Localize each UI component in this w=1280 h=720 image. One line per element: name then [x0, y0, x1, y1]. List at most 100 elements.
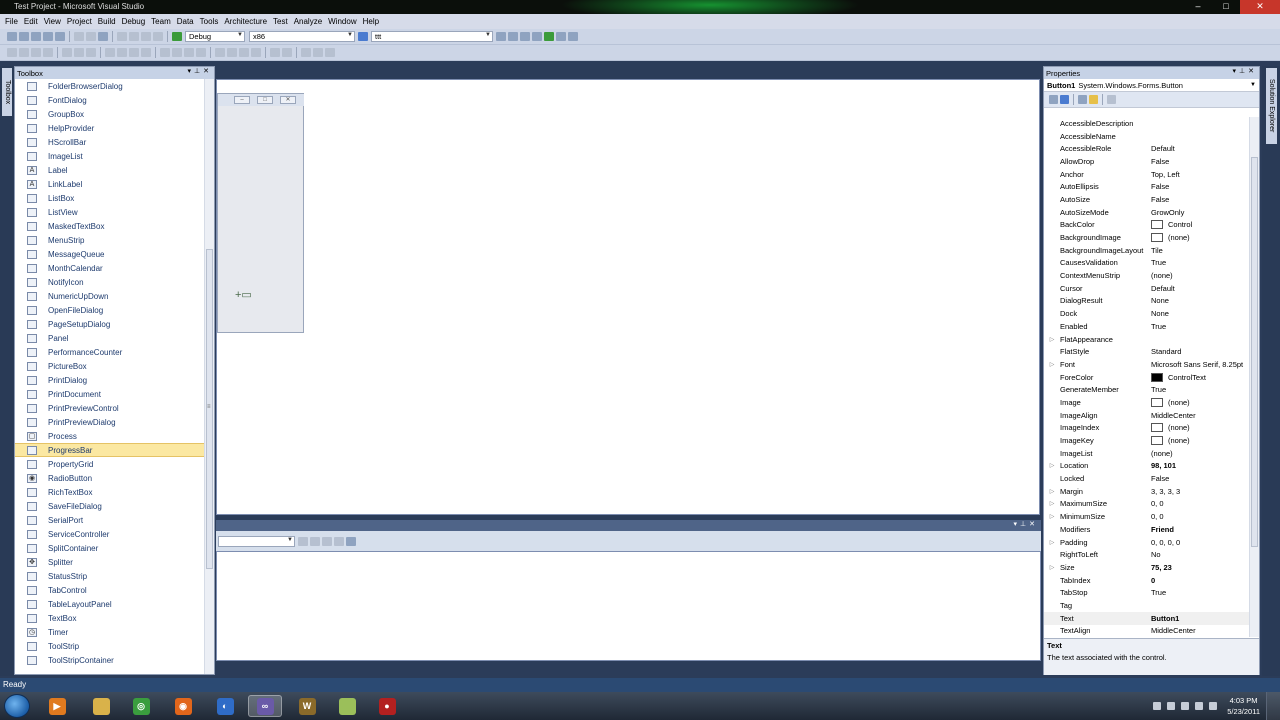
- property-value[interactable]: 75, 23: [1150, 563, 1250, 572]
- toolbox-item[interactable]: SplitContainer: [15, 541, 205, 555]
- toolbox-item[interactable]: ToolStrip: [15, 639, 205, 653]
- toolbox-item[interactable]: PrintDialog: [15, 373, 205, 387]
- property-value[interactable]: True: [1150, 588, 1250, 597]
- property-value[interactable]: 0, 0: [1150, 499, 1250, 508]
- property-value[interactable]: Tile: [1150, 246, 1250, 255]
- taskbar-recorder[interactable]: ●: [370, 695, 404, 717]
- property-row[interactable]: Tag: [1044, 599, 1250, 612]
- alphabetical-icon[interactable]: [1060, 95, 1069, 104]
- toolbox-icon[interactable]: [532, 32, 542, 41]
- remove-vertical-spacing-icon[interactable]: [251, 48, 261, 57]
- toolbox-item[interactable]: NotifyIcon: [15, 275, 205, 289]
- property-row[interactable]: AccessibleName: [1044, 130, 1250, 143]
- property-row[interactable]: ForeColor ControlText: [1044, 371, 1250, 384]
- toolbar-options-icon[interactable]: [568, 32, 578, 41]
- toolbox-item[interactable]: StatusStrip: [15, 569, 205, 583]
- property-value[interactable]: Microsoft Sans Serif, 8.25pt: [1150, 360, 1250, 369]
- property-value[interactable]: Friend: [1150, 525, 1250, 534]
- align-middles-icon[interactable]: [74, 48, 84, 57]
- menu-analyze[interactable]: Analyze: [293, 17, 327, 26]
- menu-debug[interactable]: Debug: [121, 17, 151, 26]
- property-value[interactable]: (none): [1150, 449, 1250, 458]
- navigate-back-icon[interactable]: [141, 32, 151, 41]
- toolbox-item[interactable]: ServiceController: [15, 527, 205, 541]
- menu-window[interactable]: Window: [327, 17, 361, 26]
- close-icon[interactable]: ✕: [1248, 68, 1257, 75]
- property-row[interactable]: GenerateMember True: [1044, 383, 1250, 396]
- send-to-back-icon[interactable]: [313, 48, 323, 57]
- property-row[interactable]: AccessibleDescription: [1044, 117, 1250, 130]
- tray-flag-icon[interactable]: [1167, 702, 1175, 710]
- taskbar-globe[interactable]: ◐: [208, 695, 242, 717]
- find-in-files-icon[interactable]: [358, 32, 368, 41]
- toolbox-item[interactable]: A LinkLabel: [15, 177, 205, 191]
- taskbar-chrome[interactable]: ◎: [124, 695, 158, 717]
- property-row[interactable]: FlatStyle Standard: [1044, 345, 1250, 358]
- taskbar-explorer[interactable]: [84, 695, 118, 717]
- center-vertically-icon[interactable]: [282, 48, 292, 57]
- expand-icon[interactable]: ▷: [1044, 513, 1060, 520]
- scrollbar-thumb[interactable]: [1251, 157, 1258, 547]
- start-page-icon[interactable]: [544, 32, 554, 41]
- menu-project[interactable]: Project: [66, 17, 97, 26]
- property-row[interactable]: TabIndex 0: [1044, 574, 1250, 587]
- property-row[interactable]: ImageAlign MiddleCenter: [1044, 409, 1250, 422]
- toolbox-item[interactable]: ✥ Splitter: [15, 555, 205, 569]
- toolbox-item[interactable]: ImageList: [15, 149, 205, 163]
- paste-icon[interactable]: [98, 32, 108, 41]
- property-value[interactable]: Button1: [1150, 614, 1250, 623]
- taskbar-warcraft[interactable]: W: [290, 695, 324, 717]
- bring-to-front-icon[interactable]: [301, 48, 311, 57]
- property-row[interactable]: ▷ FlatAppearance: [1044, 333, 1250, 346]
- property-row[interactable]: RightToLeft No: [1044, 548, 1250, 561]
- menu-test[interactable]: Test: [272, 17, 293, 26]
- property-value[interactable]: False: [1150, 474, 1250, 483]
- toolbox-item[interactable]: PrintDocument: [15, 387, 205, 401]
- property-row[interactable]: AllowDrop False: [1044, 155, 1250, 168]
- property-row[interactable]: BackColor Control: [1044, 219, 1250, 232]
- property-row[interactable]: DialogResult None: [1044, 295, 1250, 308]
- menu-tools[interactable]: Tools: [199, 17, 224, 26]
- start-button[interactable]: [4, 694, 30, 718]
- close-icon[interactable]: ✕: [1240, 0, 1280, 14]
- property-value[interactable]: (none): [1150, 271, 1250, 280]
- toolbox-item[interactable]: ◉ RadioButton: [15, 471, 205, 485]
- object-browser-icon[interactable]: [520, 32, 530, 41]
- property-value[interactable]: True: [1150, 322, 1250, 331]
- solution-platform-select[interactable]: x86 ▼: [249, 31, 355, 42]
- property-row[interactable]: ▷ Location 98, 101: [1044, 460, 1250, 473]
- toolbox-item[interactable]: A Label: [15, 163, 205, 177]
- align-bottoms-icon[interactable]: [86, 48, 96, 57]
- property-row[interactable]: Cursor Default: [1044, 282, 1250, 295]
- size-to-grid-icon[interactable]: [141, 48, 151, 57]
- property-row[interactable]: ▷ Padding 0, 0, 0, 0: [1044, 536, 1250, 549]
- property-row[interactable]: Anchor Top, Left: [1044, 168, 1250, 181]
- undo-icon[interactable]: [117, 32, 127, 41]
- property-value[interactable]: None: [1150, 296, 1250, 305]
- toolbox-item[interactable]: PrintPreviewControl: [15, 401, 205, 415]
- start-debugging-icon[interactable]: [172, 32, 182, 41]
- property-row[interactable]: ContextMenuStrip (none): [1044, 269, 1250, 282]
- toolbox-item[interactable]: ProgressBar: [15, 443, 205, 457]
- property-value[interactable]: 0, 0: [1150, 512, 1250, 521]
- toolbox-item[interactable]: Panel: [15, 331, 205, 345]
- decrease-horizontal-spacing-icon[interactable]: [184, 48, 194, 57]
- properties-scrollbar[interactable]: [1249, 117, 1259, 637]
- save-all-icon[interactable]: [55, 32, 65, 41]
- property-value[interactable]: MiddleCenter: [1150, 626, 1250, 635]
- expand-icon[interactable]: ▷: [1044, 361, 1060, 368]
- toolbox-item[interactable]: OpenFileDialog: [15, 303, 205, 317]
- close-icon[interactable]: ✕: [203, 68, 212, 75]
- show-desktop-button[interactable]: [1266, 692, 1280, 720]
- menu-help[interactable]: Help: [362, 17, 384, 26]
- property-value[interactable]: 98, 101: [1150, 461, 1250, 470]
- navigate-forward-icon[interactable]: [153, 32, 163, 41]
- toolbox-item[interactable]: SerialPort: [15, 513, 205, 527]
- cut-icon[interactable]: [74, 32, 84, 41]
- toolbox-item[interactable]: PictureBox: [15, 359, 205, 373]
- pin-icon[interactable]: ⊥: [194, 68, 203, 75]
- tray-volume-icon[interactable]: [1209, 702, 1217, 710]
- property-value[interactable]: 0, 0, 0, 0: [1150, 538, 1250, 547]
- menu-view[interactable]: View: [43, 17, 66, 26]
- menu-team[interactable]: Team: [150, 17, 176, 26]
